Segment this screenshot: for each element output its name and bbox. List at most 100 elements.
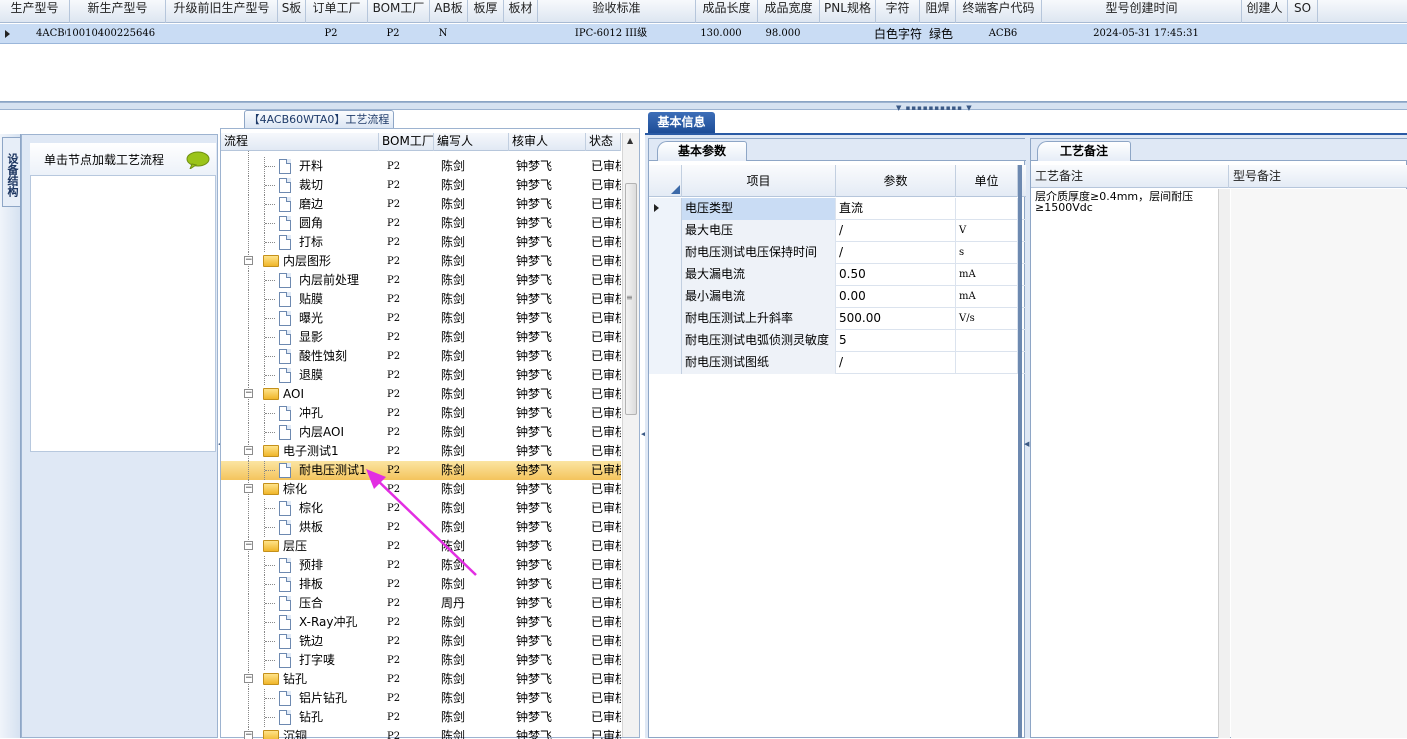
flow-group-row[interactable]: − 钻孔 P2 陈剑 钟梦飞 已审核 [221,670,621,689]
model-grid-cell[interactable]: 130.000 [690,24,752,44]
param-value[interactable]: / [836,352,956,374]
collapse-node-icon[interactable]: − [244,389,253,398]
flow-column-header[interactable]: 编写人 [434,133,509,151]
flow-step-row[interactable]: 磨边 P2 陈剑 钟梦飞 已审核 [221,195,621,214]
flow-step-row[interactable]: 铣边 P2 陈剑 钟梦飞 已审核 [221,632,621,651]
model-grid-row[interactable]: 4ACB60WTA010010400225646P2P2NIPC-6012 II… [0,24,1407,44]
flow-step-row[interactable]: 铝片钻孔 P2 陈剑 钟梦飞 已审核 [221,689,621,708]
column-header[interactable]: 创建人 [1242,0,1288,23]
model-grid-cell[interactable]: N [424,24,462,44]
model-grid-cell[interactable]: P2 [300,24,362,44]
tab-basic-info[interactable]: 基本信息 [648,112,715,133]
flow-step-row[interactable]: 退膜 P2 陈剑 钟梦飞 已审核 [221,366,621,385]
param-unit-select[interactable]: mA [956,286,1018,308]
flow-step-row[interactable]: 酸性蚀刻 P2 陈剑 钟梦飞 已审核 [221,347,621,366]
flow-column-header[interactable]: 状态 [586,133,621,151]
select-all-corner[interactable] [649,165,682,197]
params-panel-splitter[interactable] [1018,165,1022,738]
param-row[interactable]: 耐电压测试电压保持时间 / s [649,242,1026,264]
param-unit-select[interactable] [956,330,1018,352]
horizontal-splitter[interactable]: ▼ ▪▪▪▪▪▪▪▪▪▪ ▼ [0,102,1407,112]
flow-step-row[interactable]: 显影 P2 陈剑 钟梦飞 已审核 [221,328,621,347]
collapse-node-icon[interactable]: − [244,541,253,550]
param-unit-select[interactable]: V/s [956,308,1018,330]
flow-step-row[interactable]: 压合 P2 周丹 钟梦飞 已审核 [221,594,621,613]
flow-step-row[interactable]: 内层前处理 P2 陈剑 钟梦飞 已审核 [221,271,621,290]
flow-column-header[interactable]: 核审人 [509,133,586,151]
column-value[interactable]: 参数 [836,165,956,197]
column-item[interactable]: 项目 [682,165,836,197]
param-unit-select[interactable]: mA [956,264,1018,286]
param-row[interactable]: 最大电压 / V [649,220,1026,242]
column-header[interactable]: 订单工厂 [306,0,368,23]
model-grid-cell[interactable] [498,24,532,44]
flow-group-row[interactable]: − AOI P2 陈剑 钟梦飞 已审核 [221,385,621,404]
flow-step-row[interactable]: 冲孔 P2 陈剑 钟梦飞 已审核 [221,404,621,423]
column-header[interactable]: 生产型号 [0,0,70,23]
column-header[interactable]: BOM工厂 [368,0,430,23]
flow-group-row[interactable]: − 电子测试1 P2 陈剑 钟梦飞 已审核 [221,442,621,461]
process-flow-tree[interactable]: 开料P2陈剑钟梦飞已审核裁切P2陈剑钟梦飞已审核磨边P2陈剑钟梦飞已审核圆角P2… [221,151,621,739]
flow-step-row[interactable]: 裁切 P2 陈剑 钟梦飞 已审核 [221,176,621,195]
column-header[interactable]: AB板 [430,0,468,23]
model-grid-cell[interactable]: 白色字符 [870,24,922,44]
collapse-node-icon[interactable]: − [244,256,253,265]
row-selector[interactable] [649,220,682,242]
remark-scrollbar[interactable] [1218,189,1230,738]
model-grid-cell[interactable] [814,24,870,44]
collapse-node-icon[interactable]: − [244,484,253,493]
param-row[interactable]: 耐电压测试图纸 / [649,352,1026,374]
column-header[interactable]: 成品宽度 [758,0,820,23]
flow-step-row[interactable]: 贴膜 P2 陈剑 钟梦飞 已审核 [221,290,621,309]
collapse-node-icon[interactable]: − [244,674,253,683]
column-header[interactable]: S板 [278,0,306,23]
flow-step-row[interactable]: 曝光 P2 陈剑 钟梦飞 已审核 [221,309,621,328]
column-header[interactable]: 终端客户代码 [956,0,1042,23]
tab-device-structure[interactable]: 设备结构 [2,137,20,207]
param-row[interactable]: 最大漏电流 0.50 mA [649,264,1026,286]
column-header[interactable]: 字符 [876,0,920,23]
param-unit-select[interactable]: s [956,242,1018,264]
param-row[interactable]: 电压类型 直流 [649,198,1026,220]
column-header[interactable]: PNL规格 [820,0,876,23]
flow-step-row[interactable]: 内层AOI P2 陈剑 钟梦飞 已审核 [221,423,621,442]
model-grid-cell[interactable]: 4ACB60WTA0 [30,24,66,44]
model-grid-cell[interactable]: 2024-05-31 17:45:31 [1046,24,1246,44]
flow-step-row[interactable]: 圆角 P2 陈剑 钟梦飞 已审核 [221,214,621,233]
row-selector[interactable] [649,264,682,286]
param-row[interactable]: 最小漏电流 0.00 mA [649,286,1026,308]
process-remark-text[interactable]: 层介质厚度≥0.4mm，层间耐压≥1500Vdc [1035,191,1217,213]
flow-group-row[interactable]: − 内层图形 P2 陈剑 钟梦飞 已审核 [221,252,621,271]
flow-step-row[interactable]: X-Ray冲孔 P2 陈剑 钟梦飞 已审核 [221,613,621,632]
param-value[interactable]: / [836,220,956,242]
flow-step-row[interactable]: 开料 P2 陈剑 钟梦飞 已审核 [221,157,621,176]
column-header[interactable]: 板材 [504,0,538,23]
model-grid-cell[interactable] [1292,24,1322,44]
row-selector[interactable] [649,308,682,330]
flow-group-row[interactable]: −沉铜P2陈剑钟梦飞已审核 [221,727,621,739]
device-tree-area[interactable] [30,175,216,452]
model-remark-text[interactable] [1231,189,1407,738]
param-row[interactable]: 耐电压测试电弧侦测灵敏度 5 [649,330,1026,352]
column-header[interactable]: 阻焊 [920,0,956,23]
model-grid-cell[interactable] [274,24,300,44]
row-selector[interactable] [649,352,682,374]
tab-basic-params[interactable]: 基本参数 [657,141,747,161]
param-value[interactable]: 500.00 [836,308,956,330]
column-header[interactable]: 成品长度 [696,0,758,23]
model-grid-cell[interactable]: 绿色 [922,24,960,44]
model-grid-cell[interactable] [462,24,498,44]
column-unit[interactable]: 单位 [956,165,1018,197]
model-grid-cell[interactable]: 98.000 [752,24,814,44]
param-value[interactable]: 直流 [836,198,956,220]
model-grid-cell[interactable]: ACB6 [960,24,1046,44]
param-value[interactable]: 5 [836,330,956,352]
tab-process-remark[interactable]: 工艺备注 [1037,141,1131,161]
param-unit-select[interactable] [956,198,1018,220]
column-header[interactable]: 升级前旧生产型号 [166,0,278,23]
param-value[interactable]: / [836,242,956,264]
column-header[interactable]: SO [1288,0,1318,23]
collapse-right-icon[interactable]: ◀ [1024,440,1029,470]
column-header[interactable]: 验收标准 [538,0,696,23]
splitter-grip-icon[interactable]: ▼ ▪▪▪▪▪▪▪▪▪▪ ▼ [896,104,973,112]
